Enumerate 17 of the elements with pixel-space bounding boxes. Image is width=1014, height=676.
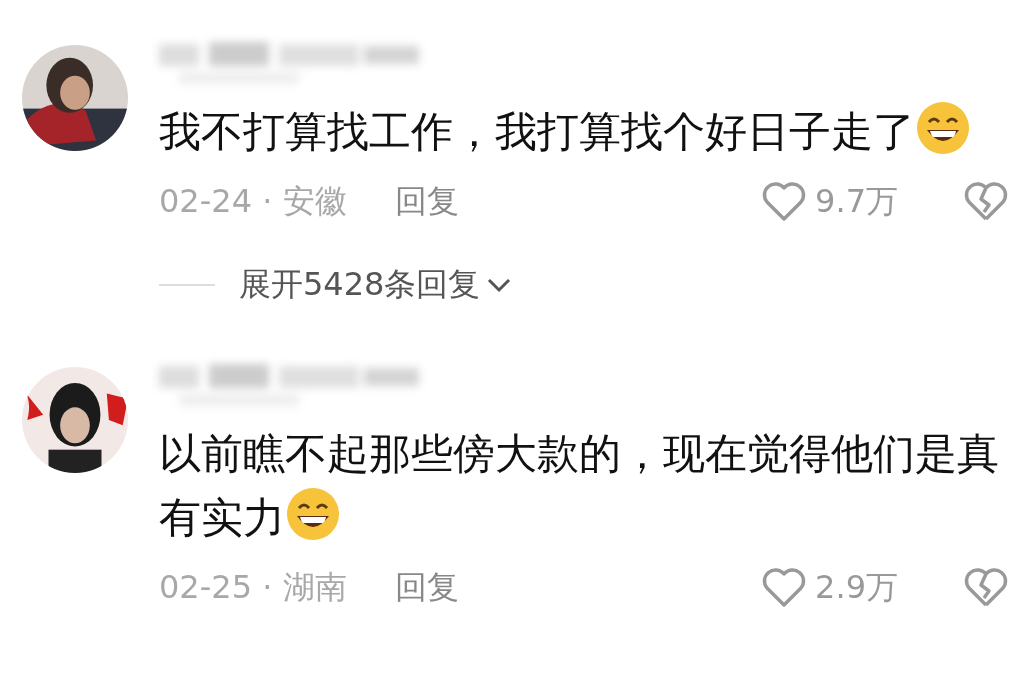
expand-replies-link[interactable]: 展开5428条回复: [239, 263, 513, 307]
reply-button[interactable]: 回复: [394, 180, 459, 224]
broken-heart-icon[interactable]: [964, 567, 1008, 609]
heart-icon[interactable]: [761, 181, 808, 223]
like-count: 2.9万: [815, 567, 898, 608]
like-count: 9.7万: [815, 181, 898, 222]
comment-text: 以前瞧不起那些傍大款的，现在觉得他们是真: [159, 429, 999, 478]
grinning-emoji-icon: [285, 486, 341, 542]
heart-icon[interactable]: [761, 567, 808, 609]
comment-text: 有实力: [159, 493, 285, 542]
comment-date-location: 02-24 · 安徽: [159, 181, 347, 222]
comment-text: 我不打算找工作，我打算找个好日子走了: [159, 107, 915, 156]
broken-heart-icon[interactable]: [964, 181, 1008, 223]
chevron-down-icon: [486, 276, 513, 294]
reply-button[interactable]: 回复: [394, 566, 459, 610]
grinning-emoji-icon: [915, 100, 971, 156]
comment-date-location: 02-25 · 湖南: [159, 567, 347, 608]
